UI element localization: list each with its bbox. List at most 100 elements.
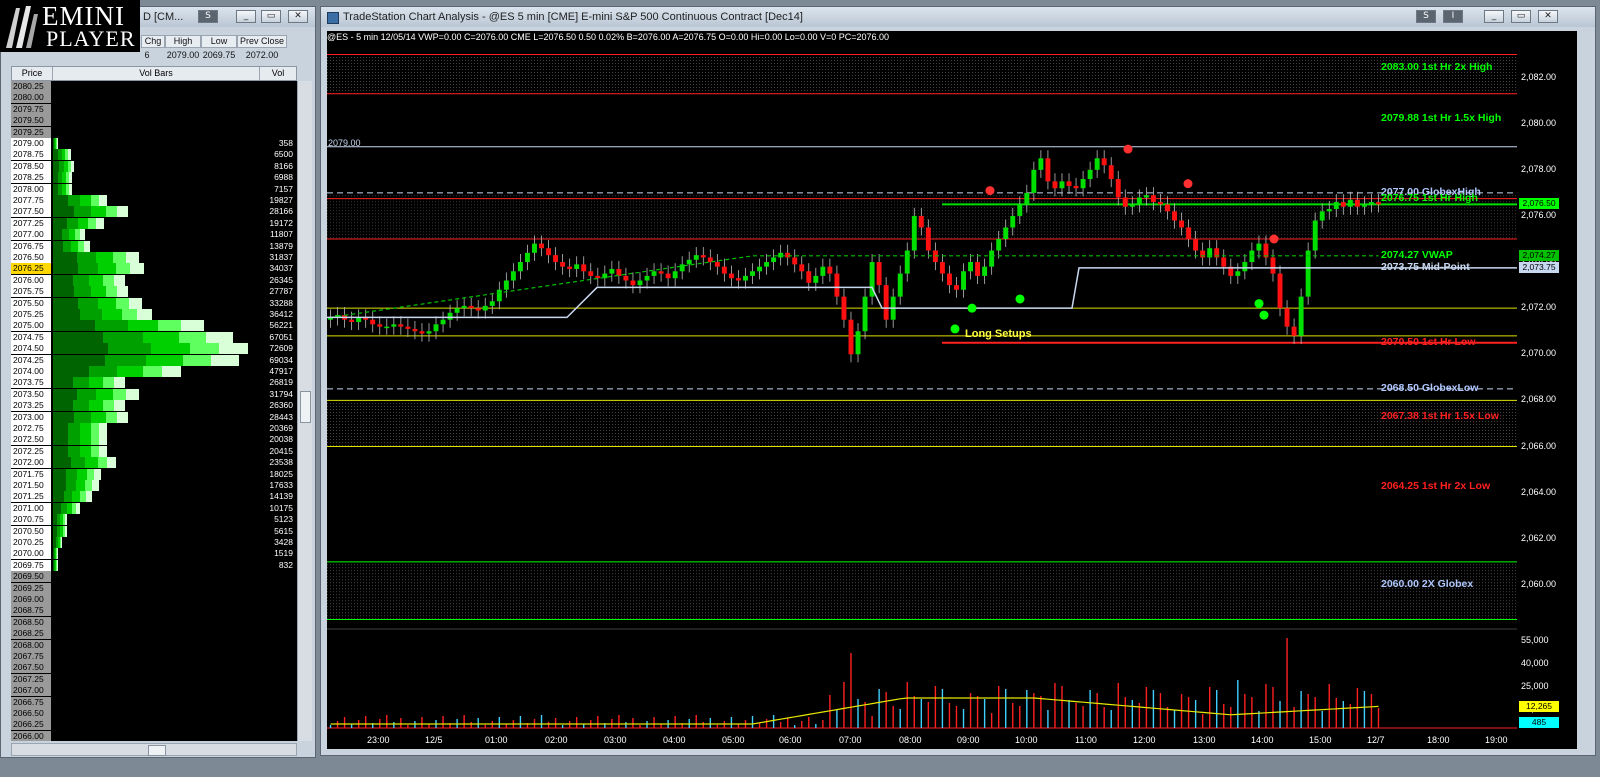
close-icon[interactable]: ✕ xyxy=(1538,10,1558,23)
ladder-row[interactable]: 2068.00 xyxy=(11,639,297,651)
ladder-row[interactable]: 2066.75 xyxy=(11,696,297,708)
candle-body xyxy=(968,262,974,272)
ladder-row[interactable]: 2076.25 34037 xyxy=(11,263,297,275)
vol-bar-segment xyxy=(99,445,107,457)
ladder-row[interactable]: 2070.75 5123 xyxy=(11,514,297,526)
ladder-row[interactable]: 2066.00 xyxy=(11,730,297,741)
ladder-row[interactable]: 2079.00 358 xyxy=(11,138,297,149)
ladder-row[interactable]: 2072.00 23538 xyxy=(11,457,297,469)
ladder-row[interactable]: 2076.00 26345 xyxy=(11,274,297,286)
ladder-row[interactable]: 2076.50 31837 xyxy=(11,252,297,263)
ladder-row[interactable]: 2079.50 xyxy=(11,115,297,127)
ladder-row[interactable]: 2067.00 xyxy=(11,685,297,697)
ladder-row[interactable]: 2074.75 67051 xyxy=(11,331,297,343)
ladder-row[interactable]: 2077.75 19827 xyxy=(11,195,297,206)
ladder-row[interactable]: 2067.75 xyxy=(11,651,297,662)
scroll-thumb[interactable] xyxy=(300,391,311,423)
ladder-row[interactable]: 2080.25 xyxy=(11,81,297,92)
ladder-row[interactable]: 2079.25 xyxy=(11,126,297,138)
vol-column-header[interactable]: Vol xyxy=(258,67,298,80)
ladder-row[interactable]: 2078.00 7157 xyxy=(11,183,297,195)
hscroll-thumb[interactable] xyxy=(148,745,166,756)
maximize-icon[interactable]: ▭ xyxy=(1511,10,1531,23)
ladder-row[interactable]: 2078.50 8166 xyxy=(11,160,297,172)
ladder-row[interactable]: 2066.25 xyxy=(11,719,297,731)
price-tick-label: 2,070.00 xyxy=(1521,348,1557,359)
ladder-row[interactable]: 2067.50 xyxy=(11,662,297,674)
ladder-row[interactable]: 2075.75 27787 xyxy=(11,286,297,298)
minimize-icon[interactable]: _ xyxy=(1484,10,1504,23)
vol-bar-segment xyxy=(53,366,89,377)
candle-body xyxy=(806,271,812,283)
ladder-row[interactable]: 2069.25 xyxy=(11,582,297,594)
ladder-row[interactable]: 2071.50 17633 xyxy=(11,480,297,491)
price-chart-area[interactable]: @ES - 5 min 12/05/14 VWP=0.00 C=2076.00 … xyxy=(327,31,1517,733)
ladder-row[interactable]: 2072.25 20415 xyxy=(11,445,297,457)
ladder-row[interactable]: 2074.25 69034 xyxy=(11,354,297,366)
price-axis[interactable]: 2,082.002,080.002,078.002,076.002,074.00… xyxy=(1517,31,1577,733)
ladder-row[interactable]: 2066.50 xyxy=(11,708,297,719)
ladder-row[interactable]: 2073.75 26819 xyxy=(11,377,297,389)
time-axis[interactable]: 23:00 12/5 01:00 02:00 03:00 04:00 05:00 06:00 0… xyxy=(327,733,1577,749)
ladder-row[interactable]: 2068.50 xyxy=(11,616,297,628)
ladder-row[interactable]: 2075.50 33288 xyxy=(11,297,297,309)
candle-body xyxy=(820,266,826,276)
candle-body xyxy=(1312,220,1318,251)
quote-header-3[interactable]: Prev Close xyxy=(237,35,287,48)
ladder-row[interactable]: 2075.25 36412 xyxy=(11,309,297,320)
ladder-row[interactable]: 2078.75 6500 xyxy=(11,149,297,161)
ladder-row[interactable]: 2073.25 26360 xyxy=(11,400,297,412)
ladder-row[interactable]: 2073.50 31794 xyxy=(11,388,297,400)
ladder-row[interactable]: 2077.00 11807 xyxy=(11,229,297,241)
ladder-row[interactable]: 2067.25 xyxy=(11,673,297,685)
ladder-row[interactable]: 2074.00 47917 xyxy=(11,366,297,377)
ladder-row[interactable]: 2069.50 xyxy=(11,571,297,583)
ladder-row[interactable]: 2074.50 72609 xyxy=(11,343,297,355)
ladder-scrollbar[interactable] xyxy=(297,81,312,741)
price-column-header[interactable]: Price xyxy=(12,67,52,80)
ladder-row[interactable]: 2070.25 3428 xyxy=(11,537,297,548)
vol-bar-segment xyxy=(53,343,108,355)
ladder-row[interactable]: 2073.00 28443 xyxy=(11,411,297,423)
vol-bar-segment xyxy=(114,274,125,286)
vol-bar-segment xyxy=(74,206,91,218)
quote-header-1[interactable]: High xyxy=(165,35,201,48)
ladder-row[interactable]: 2069.00 xyxy=(11,594,297,605)
symbol-link-icon[interactable]: S xyxy=(198,10,218,23)
ladder-price: 2072.50 xyxy=(11,434,51,446)
candlestick-chart[interactable] xyxy=(327,31,1517,733)
vol-bars-column-header[interactable]: Vol Bars xyxy=(52,67,260,80)
ladder-row[interactable]: 2080.00 xyxy=(11,92,297,104)
horizontal-scrollbar[interactable] xyxy=(11,743,297,756)
emini-player-logo: EMINI PLAYER xyxy=(0,0,140,52)
ladder-row[interactable]: 2072.50 20038 xyxy=(11,434,297,446)
quote-header-0[interactable]: Chg xyxy=(141,35,165,48)
ladder-row[interactable]: 2076.75 13879 xyxy=(11,240,297,252)
indicator-link-icon[interactable]: I xyxy=(1443,10,1463,23)
volume-ladder[interactable]: 2080.25 2080.00 2079.75 2079.50 2079.25 2079.… xyxy=(11,81,297,741)
ladder-row[interactable]: 2071.75 18025 xyxy=(11,468,297,480)
ladder-row[interactable]: 2072.75 20369 xyxy=(11,423,297,434)
ladder-row[interactable]: 2071.00 10175 xyxy=(11,502,297,514)
candle-body xyxy=(925,227,931,251)
chart-window-titlebar[interactable]: TradeStation Chart Analysis - @ES 5 min … xyxy=(321,7,1595,27)
minimize-icon[interactable]: _ xyxy=(236,10,256,23)
ladder-row[interactable]: 2079.75 xyxy=(11,103,297,115)
maximize-icon[interactable]: ▭ xyxy=(261,10,281,23)
quote-header-2[interactable]: Low xyxy=(201,35,237,48)
ladder-price: 2078.75 xyxy=(11,149,51,161)
symbol-link-icon[interactable]: S xyxy=(1416,10,1436,23)
ladder-row[interactable]: 2070.00 1519 xyxy=(11,548,297,560)
ladder-row[interactable]: 2071.25 14139 xyxy=(11,491,297,503)
ladder-row[interactable]: 2077.50 28166 xyxy=(11,206,297,218)
ladder-row[interactable]: 2078.25 6988 xyxy=(11,172,297,184)
ladder-row[interactable]: 2068.75 xyxy=(11,605,297,617)
ladder-row[interactable]: 2075.00 56221 xyxy=(11,320,297,332)
close-icon[interactable]: ✕ xyxy=(288,10,308,23)
vol-bar-segment xyxy=(53,217,67,229)
ladder-row[interactable]: 2070.50 5615 xyxy=(11,525,297,537)
ladder-row[interactable]: 2077.25 19172 xyxy=(11,217,297,229)
ladder-volume xyxy=(257,628,297,639)
ladder-row[interactable]: 2069.75 832 xyxy=(11,559,297,571)
ladder-row[interactable]: 2068.25 xyxy=(11,628,297,640)
